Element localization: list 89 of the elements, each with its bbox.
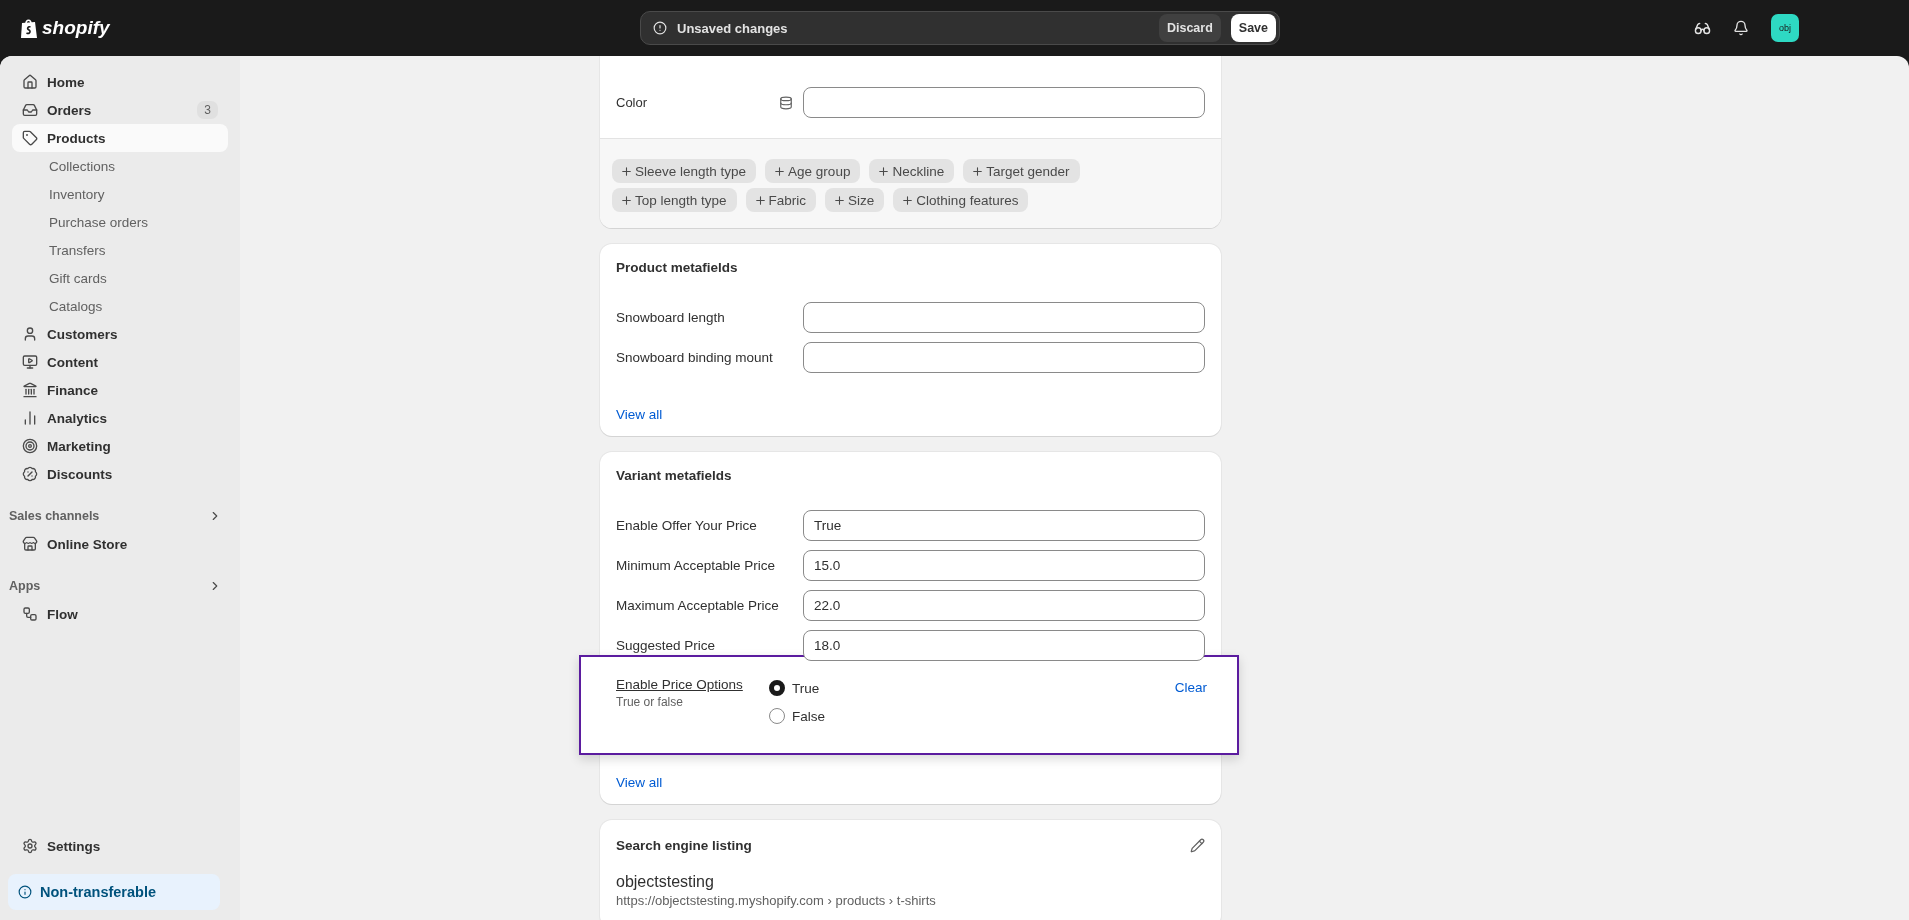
nav-subitem[interactable]: Gift cards [12, 264, 228, 292]
field-label: Snowboard binding mount [616, 350, 774, 365]
nav-item[interactable]: Discounts [12, 460, 228, 488]
seo-page-title: objectstesting [616, 873, 715, 891]
editor-label: Enable Price Options [616, 677, 744, 692]
nav-item[interactable]: Home [12, 68, 228, 96]
add-metafield-chip[interactable]: Neckline [869, 159, 955, 183]
discard-button[interactable]: Discard [1158, 14, 1221, 42]
plus-icon [877, 164, 891, 178]
input-field[interactable] [803, 87, 1205, 118]
nav-item[interactable]: Online Store [12, 530, 228, 558]
radio-button[interactable] [769, 708, 785, 724]
view-all-link[interactable]: View all [616, 407, 663, 422]
plus-icon [833, 193, 847, 207]
editor-hint: True or false [616, 695, 684, 709]
person-icon [22, 326, 38, 342]
monitor-icon [22, 354, 38, 370]
add-metafield-chip[interactable]: Age group [765, 159, 861, 183]
add-metafield-chip[interactable]: Clothing features [893, 188, 1029, 212]
clear-link[interactable]: Clear [1174, 680, 1207, 695]
avatar[interactable]: obj [1771, 14, 1799, 42]
inbox-icon [22, 102, 38, 118]
radio-label[interactable]: False [792, 708, 825, 724]
bank-icon [22, 382, 38, 398]
settings-icon [22, 838, 38, 854]
radio-button[interactable] [769, 680, 785, 696]
home-icon [22, 74, 38, 90]
database-icon [779, 95, 793, 110]
percent-badge-icon [22, 466, 38, 482]
field-label: Enable Offer Your Price [616, 518, 758, 533]
info-icon [18, 885, 32, 899]
field-label: Snowboard length [616, 310, 726, 325]
nav-subitem[interactable]: Catalogs [12, 292, 228, 320]
nav-item[interactable]: Finance [12, 376, 228, 404]
add-metafield-chip[interactable]: Size [825, 188, 885, 212]
input-field[interactable]: 15.0 [803, 550, 1205, 581]
alert-icon [653, 21, 667, 35]
nav-item[interactable]: Content [12, 348, 228, 376]
input-field[interactable] [803, 342, 1205, 373]
nav-item[interactable]: Analytics [12, 404, 228, 432]
nav-item[interactable]: Marketing [12, 432, 228, 460]
card-title: Variant metafields [616, 468, 733, 483]
edit-icon[interactable] [1190, 838, 1205, 853]
nav-subitem[interactable]: Transfers [12, 236, 228, 264]
plus-icon [901, 193, 915, 207]
input-field[interactable]: 22.0 [803, 590, 1205, 621]
section-heading[interactable]: Sales channels [9, 509, 100, 523]
tag-icon [22, 130, 38, 146]
store-icon [22, 536, 38, 552]
nav-subitem[interactable]: Collections [12, 152, 228, 180]
info-banner[interactable]: Non-transferable [8, 874, 220, 910]
field-label: Suggested Price [616, 638, 717, 653]
nav-item[interactable]: Flow [12, 600, 228, 628]
section-heading[interactable]: Apps [9, 579, 41, 593]
view-all-link[interactable]: View all [616, 775, 663, 790]
notification-icon[interactable] [1733, 20, 1749, 36]
count-badge: 3 [197, 101, 218, 119]
input-field[interactable] [803, 302, 1205, 333]
field-label: Minimum Acceptable Price [616, 558, 777, 573]
add-metafield-chip[interactable]: Top length type [612, 188, 737, 212]
logo-text[interactable]: shopify [42, 17, 110, 39]
nav-item[interactable]: Orders 3 [12, 96, 228, 124]
add-metafield-chip[interactable]: Fabric [745, 188, 817, 212]
target-icon [22, 438, 38, 454]
bar-chart-icon [22, 410, 38, 426]
settings-item[interactable]: Settings [12, 832, 228, 860]
nav-subitem[interactable]: Purchase orders [12, 208, 228, 236]
plus-icon [773, 164, 787, 178]
radio-label[interactable]: True [792, 680, 820, 696]
add-metafield-chip[interactable]: Sleeve length type [612, 159, 757, 183]
nav-item[interactable]: Products [12, 124, 228, 152]
card-title: Search engine listing [616, 838, 752, 853]
plus-icon [620, 193, 633, 207]
plus-icon [971, 164, 985, 178]
plus-icon [620, 164, 633, 178]
input-field[interactable]: 18.0 [803, 630, 1205, 661]
card-title: Product metafields [616, 260, 739, 275]
unsaved-message: Unsaved changes [677, 20, 789, 36]
field-label: Maximum Acceptable Price [616, 598, 780, 613]
add-metafield-chip[interactable]: Target gender [963, 159, 1080, 183]
seo-url: https://objectstesting.myshopify.com › products › t-shirts [616, 893, 937, 908]
nav-item[interactable]: Customers [12, 320, 228, 348]
plus-icon [753, 193, 767, 207]
save-button[interactable]: Save [1230, 14, 1276, 42]
field-label: Color [616, 95, 648, 110]
shopping-bag-icon [20, 17, 38, 39]
input-field[interactable]: True [803, 510, 1205, 541]
nav-subitem[interactable]: Inventory [12, 180, 228, 208]
workflow-icon [22, 606, 38, 622]
